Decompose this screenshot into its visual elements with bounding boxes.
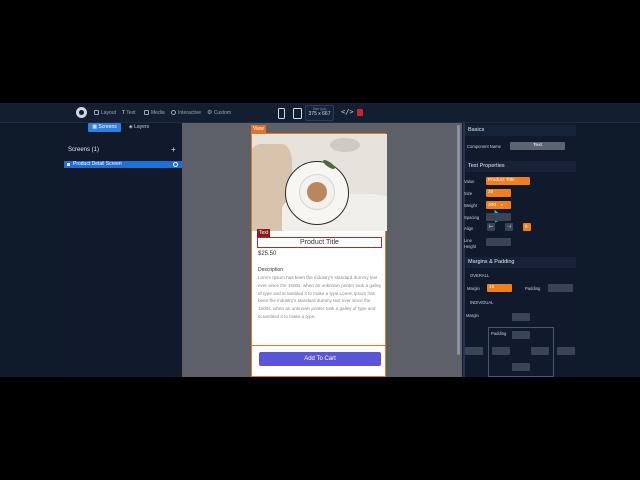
product-price[interactable]: $25.50 bbox=[258, 251, 276, 257]
chevron-down-icon: ▾ bbox=[501, 203, 503, 207]
line-height-label: Line Height bbox=[464, 238, 477, 249]
mobile-device-icon[interactable] bbox=[278, 108, 285, 119]
code-view-icon[interactable]: </> bbox=[341, 108, 354, 116]
media-icon bbox=[144, 110, 149, 116]
component-name-field[interactable]: Text bbox=[510, 142, 565, 150]
remove-screen-icon[interactable] bbox=[173, 162, 178, 167]
padding-left-field[interactable] bbox=[492, 347, 510, 355]
tablet-device-icon[interactable] bbox=[293, 108, 302, 119]
description-body[interactable]: Lorem Ipsum has been the industry's stan… bbox=[258, 274, 382, 321]
toolbar-interactive-button[interactable]: Interactive bbox=[171, 108, 201, 118]
toolbar-text-button[interactable]: T Text bbox=[122, 108, 136, 118]
align-label: Align bbox=[464, 226, 474, 231]
delete-icon[interactable] bbox=[357, 109, 363, 116]
layout-icon bbox=[94, 110, 99, 116]
tab-layers[interactable]: ◈ Layers bbox=[124, 123, 154, 132]
screen-item-product-detail[interactable]: Product Detail Screen bbox=[64, 161, 182, 168]
screen-size-box[interactable]: Size (px) 375 x 667 bbox=[305, 105, 334, 121]
custom-icon: ⚙ bbox=[207, 110, 213, 116]
spacing-field[interactable] bbox=[486, 213, 511, 221]
left-sidebar: ▦ Screens ◈ Layers Screens (1) + Product… bbox=[62, 123, 182, 377]
description-heading[interactable]: Description bbox=[258, 267, 283, 273]
size-label: Size bbox=[464, 191, 473, 196]
line-height-field[interactable] bbox=[486, 238, 511, 246]
toolbar-layout-button[interactable]: Layout bbox=[94, 108, 116, 118]
align-right-icon[interactable]: ⊩ bbox=[523, 223, 531, 231]
canvas-scrollbar[interactable] bbox=[457, 125, 460, 355]
app-window: Layout T Text Media Interactive ⚙ Custom… bbox=[0, 103, 640, 377]
product-title[interactable]: Product Title bbox=[257, 237, 382, 248]
individual-label: INDIVIDUAL bbox=[470, 300, 494, 305]
tab-screens[interactable]: ▦ Screens bbox=[88, 123, 121, 132]
interactive-icon bbox=[171, 110, 176, 116]
individual-padding-label: Padding bbox=[491, 331, 507, 336]
padding-bottom-field[interactable] bbox=[512, 363, 530, 371]
properties-panel: Basics Component Name Text Text Properti… bbox=[462, 123, 576, 377]
value-label: Value bbox=[464, 179, 475, 184]
padding-field[interactable] bbox=[548, 284, 573, 292]
align-center-icon[interactable]: ⊣ bbox=[505, 223, 513, 231]
padding-label: Padding bbox=[525, 286, 541, 291]
design-canvas[interactable]: View Text Product Title $25.50 Descripti… bbox=[182, 123, 462, 377]
value-field[interactable]: Product Title bbox=[486, 177, 530, 185]
margin-top-field[interactable] bbox=[512, 313, 530, 321]
screen-icon bbox=[67, 163, 70, 166]
size-field[interactable]: 20 bbox=[486, 189, 511, 197]
component-name-label: Component Name bbox=[467, 144, 501, 149]
overall-label: OVERALL bbox=[470, 273, 490, 278]
add-to-cart-button[interactable]: Add To Cart bbox=[259, 352, 381, 366]
section-divider bbox=[252, 345, 385, 346]
text-icon: T bbox=[122, 110, 126, 116]
text-selection-tag: Text bbox=[257, 229, 271, 237]
add-screen-button[interactable]: + bbox=[171, 145, 176, 154]
top-toolbar: Layout T Text Media Interactive ⚙ Custom… bbox=[0, 103, 640, 123]
basics-heading: Basics bbox=[465, 125, 576, 136]
padding-top-field[interactable] bbox=[512, 331, 530, 339]
align-left-icon[interactable]: ⊢ bbox=[487, 223, 495, 231]
margin-field[interactable]: 16 bbox=[487, 284, 512, 292]
individual-margin-label: Margin bbox=[466, 313, 479, 318]
margin-right-field[interactable] bbox=[557, 347, 575, 355]
toolbar-media-button[interactable]: Media bbox=[144, 108, 165, 118]
spacing-label: Spacing bbox=[464, 215, 480, 220]
toolbar-custom-button[interactable]: ⚙ Custom bbox=[207, 108, 231, 118]
text-properties-heading: Text Properties bbox=[465, 161, 576, 172]
product-image[interactable] bbox=[252, 134, 387, 231]
screens-section-title: Screens (1) bbox=[68, 147, 100, 153]
margin-left-field[interactable] bbox=[465, 347, 483, 355]
app-logo-icon bbox=[76, 107, 87, 118]
phone-frame[interactable]: Text Product Title $25.50 Description Lo… bbox=[251, 133, 387, 377]
weight-label: Weight bbox=[464, 203, 477, 208]
view-selection-tag: View bbox=[251, 125, 266, 133]
padding-right-field[interactable] bbox=[531, 347, 549, 355]
margin-label: Margin bbox=[467, 286, 480, 291]
margins-padding-heading: Margins & Padding bbox=[465, 257, 576, 268]
